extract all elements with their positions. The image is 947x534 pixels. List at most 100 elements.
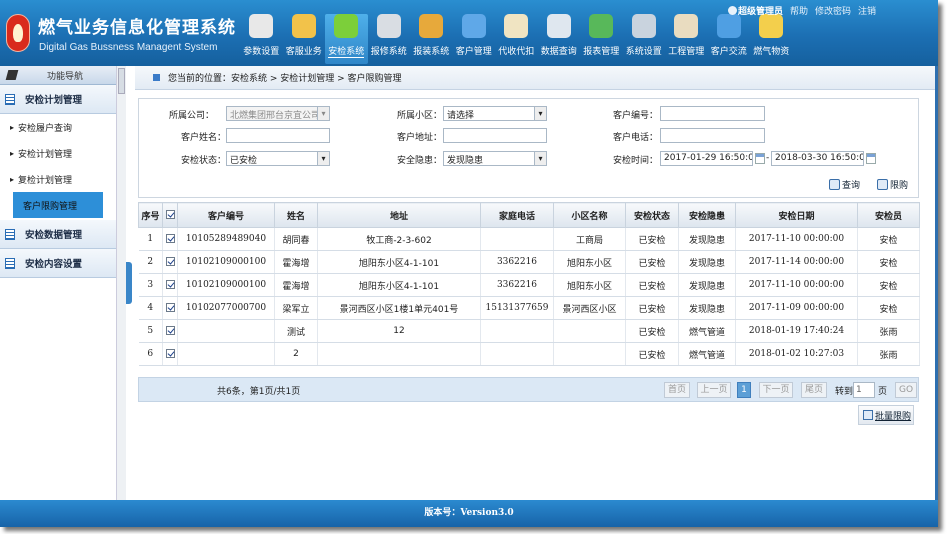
customer-name-input[interactable] [226, 128, 330, 143]
table-cell: 燃气管道 [678, 342, 736, 366]
table-cell: 牧工商-2-3-602 [317, 227, 481, 251]
last-page-button[interactable]: 尾页 [801, 382, 827, 398]
table-cell[interactable] [162, 250, 178, 274]
app-window: 燃气业务信息化管理系统 Digital Gas Bussness Managen… [0, 0, 938, 527]
gear-icon [249, 14, 274, 38]
table-cell[interactable] [162, 227, 178, 251]
table-cell: 景河西区小区1楼1单元401号 [317, 296, 481, 320]
topnav-item-0[interactable]: 参数设置 [240, 14, 283, 64]
table-cell: 工商局 [553, 227, 626, 251]
table-cell: 10102109000100 [177, 250, 275, 274]
topnav-item-8[interactable]: 报表管理 [580, 14, 623, 64]
topnav-label: 报装系统 [413, 47, 450, 57]
table-cell: 15131377659 [480, 296, 554, 320]
table-cell: 10102109000100 [177, 273, 275, 297]
sidebar-group-content[interactable]: 安检内容设置 [0, 249, 125, 278]
table-row[interactable]: 4 10102077000700 梁军立 景河西区小区1楼1单元401号 1513137… [138, 296, 920, 320]
time-to-input[interactable]: 2018-03-30 16:50:00 [771, 151, 864, 166]
customer-no-input[interactable] [660, 106, 765, 121]
table-row[interactable]: 1 10105289489040 胡同春 牧工商-2-3-602 工商局 已安检 发现隐患 2… [138, 227, 920, 251]
table-cell[interactable] [162, 273, 178, 297]
table-cell [553, 342, 626, 366]
phone-input[interactable] [660, 128, 765, 143]
status-select[interactable]: 已安检 [226, 151, 330, 166]
users-icon [461, 14, 486, 38]
table-cell[interactable] [162, 342, 178, 366]
sidebar-item-household-query[interactable]: 安检履户查询 [0, 114, 125, 140]
topnav-item-7[interactable]: 数据查询 [538, 14, 581, 64]
table-cell: 胡同春 [274, 227, 318, 251]
list-icon [5, 257, 15, 269]
table-row[interactable]: 5 测试 12 已安检 燃气管道 2018-01-19 17:40:24 张雨 [138, 319, 920, 343]
sidebar: 功能导航 安检计划管理 安检履户查询 安检计划管理 复检计划管理 客户限购管理 … [0, 66, 126, 500]
limit-button[interactable]: 限购 [877, 176, 908, 192]
query-button[interactable]: 查询 [829, 176, 860, 192]
current-page-button[interactable]: 1 [737, 382, 751, 398]
sidebar-header: 功能导航 [0, 66, 125, 85]
goto-page-input[interactable]: 1 [853, 382, 875, 398]
change-password-link[interactable]: 修改密码 [815, 4, 851, 17]
table-row[interactable]: 3 10102109000100 霍海增 旭阳东小区4-1-101 3362216 旭阳东… [138, 273, 920, 297]
table-cell [553, 319, 626, 343]
sidebar-group-data[interactable]: 安检数据管理 [0, 220, 125, 249]
time-label: 安检时间： [613, 156, 659, 166]
column-header[interactable] [162, 202, 178, 228]
address-label: 客户地址： [397, 133, 443, 143]
main-scrollbar[interactable] [935, 66, 938, 500]
prev-page-button[interactable]: 上一页 [697, 382, 731, 398]
row-checkbox[interactable] [165, 257, 175, 266]
topnav-item-5[interactable]: 客户管理 [453, 14, 496, 64]
hazard-select[interactable]: 发现隐患 [443, 151, 547, 166]
topnav-item-2[interactable]: 安检系统 [325, 14, 368, 64]
select-all-checkbox[interactable] [165, 210, 175, 219]
topnav-label: 代收代扣 [498, 47, 535, 57]
sidebar-item-recheck-plan[interactable]: 复检计划管理 [0, 166, 125, 192]
table-cell[interactable] [162, 319, 178, 343]
table-cell: 张雨 [857, 319, 920, 343]
topnav-label: 报修系统 [370, 47, 407, 57]
table-row[interactable]: 2 10102109000100 霍海增 旭阳东小区4-1-101 3362216 旭阳东… [138, 250, 920, 274]
table-cell: 3 [138, 273, 163, 297]
calendar-icon[interactable] [755, 153, 765, 164]
table-cell: 安检 [857, 227, 920, 251]
topnav-item-12[interactable]: 燃气物资 [750, 14, 793, 64]
topnav-item-3[interactable]: 报修系统 [368, 14, 411, 64]
community-select[interactable]: 请选择 [443, 106, 547, 121]
search-icon [829, 178, 840, 190]
bulk-limit-button[interactable]: 批量限购 [858, 405, 914, 425]
sidebar-item-plan-manage[interactable]: 安检计划管理 [0, 140, 125, 166]
topnav-item-1[interactable]: 客服业务 [283, 14, 326, 64]
scroll-thumb[interactable] [118, 68, 125, 94]
help-link[interactable]: 帮助 [790, 4, 808, 17]
table-cell: 2018-01-02 10:27:03 [735, 342, 858, 366]
topnav-item-6[interactable]: 代收代扣 [495, 14, 538, 64]
topnav-item-10[interactable]: 工程管理 [665, 14, 708, 64]
time-from-input[interactable]: 2017-01-29 16:50:00 [660, 151, 753, 166]
company-select[interactable]: 北燃集团邢台京宜公司 [226, 106, 330, 121]
row-checkbox[interactable] [165, 349, 175, 358]
table-cell[interactable] [162, 296, 178, 320]
table-cell: 已安检 [625, 273, 679, 297]
current-user[interactable]: 超级管理员 [728, 4, 783, 17]
logout-link[interactable]: 注销 [858, 4, 876, 17]
topnav-item-4[interactable]: 报装系统 [410, 14, 453, 64]
table-header-row: 序号 客户编号 姓名 地址 家庭电话 小区名称 安检状态 安检隐患 安检日期 安检员 [138, 202, 920, 228]
row-checkbox[interactable] [165, 303, 175, 312]
sidebar-collapse-handle[interactable] [126, 262, 132, 304]
sidebar-title: 功能导航 [47, 71, 84, 82]
topnav-item-11[interactable]: 客户交流 [708, 14, 751, 64]
calendar-icon[interactable] [866, 153, 876, 164]
sidebar-item-purchase-limit[interactable]: 客户限购管理 [13, 192, 103, 218]
topnav-item-9[interactable]: 系统设置 [623, 14, 666, 64]
address-input[interactable] [443, 128, 547, 143]
row-checkbox[interactable] [165, 280, 175, 289]
sidebar-scrollbar[interactable] [116, 66, 126, 500]
row-checkbox[interactable] [165, 234, 175, 243]
row-checkbox[interactable] [165, 326, 175, 335]
first-page-button[interactable]: 首页 [664, 382, 690, 398]
go-button[interactable]: GO [895, 382, 917, 398]
table-row[interactable]: 6 2 已安检 燃气管道 2018-01-02 10:27:03 张雨 [138, 342, 920, 366]
table-cell: 霍海增 [274, 273, 318, 297]
next-page-button[interactable]: 下一页 [759, 382, 793, 398]
sidebar-group-plan[interactable]: 安检计划管理 [0, 85, 125, 114]
